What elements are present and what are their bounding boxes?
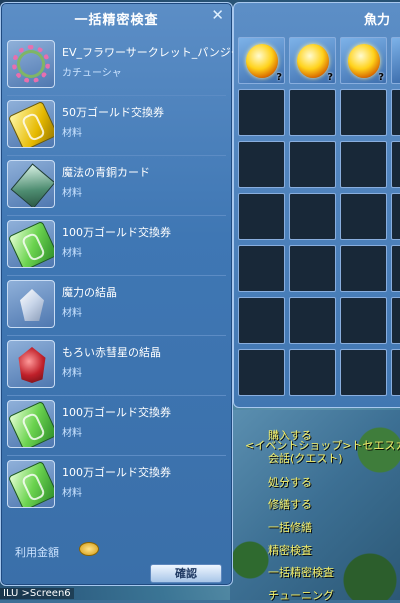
inventory-slot[interactable]	[238, 245, 285, 292]
green-ticket-icon	[7, 220, 55, 268]
inventory-slot[interactable]	[238, 193, 285, 240]
status-text: ILU >Screen6	[0, 588, 74, 599]
item-type: 材料	[62, 368, 82, 379]
window-title: 一括精密検査	[74, 13, 159, 28]
item-type: 材料	[62, 188, 82, 199]
green-ticket-icon	[7, 460, 55, 508]
inventory-window: 魚力 ? ? ?	[233, 2, 400, 408]
inventory-slot[interactable]	[340, 349, 387, 396]
divider	[7, 455, 226, 456]
inventory-slot[interactable]: ?	[238, 37, 285, 84]
inventory-slot[interactable]	[340, 89, 387, 136]
divider	[7, 95, 226, 96]
egg-icon	[246, 44, 278, 78]
list-item[interactable]: 100万ゴールド交換券 材料	[5, 217, 228, 275]
inventory-slot[interactable]	[289, 297, 336, 344]
list-item[interactable]: 魔法の青銅カード 材料	[5, 157, 228, 215]
item-type: 材料	[62, 308, 82, 319]
item-name: 100万ゴールド交換券	[62, 406, 171, 419]
flower-wreath-icon	[7, 40, 55, 88]
list-item[interactable]: もろい赤彗星の結晶 材料	[5, 337, 228, 395]
inventory-slot[interactable]: ?	[340, 37, 387, 84]
inventory-slot[interactable]	[238, 141, 285, 188]
close-icon[interactable]: ✕	[211, 6, 224, 24]
menu-item-talk[interactable]: 会話(クエスト)	[268, 450, 343, 466]
inventory-slot[interactable]	[289, 245, 336, 292]
bulk-inspection-window: 一括精密検査 ✕ EV_フラワーサークレット_パンジー カチューシャ 50万ゴー…	[0, 2, 242, 586]
item-type: 材料	[62, 128, 82, 139]
item-type: 材料	[62, 248, 82, 259]
inventory-slot[interactable]	[238, 297, 285, 344]
menu-item-tuning[interactable]: チューニング	[268, 587, 334, 603]
divider	[7, 155, 226, 156]
inventory-slot[interactable]	[289, 193, 336, 240]
menu-item-bulk-inspect[interactable]: 一括精密検査	[268, 564, 334, 580]
crystal-icon	[7, 280, 55, 328]
inventory-slot[interactable]: ?	[289, 37, 336, 84]
list-item[interactable]: 100万ゴールド交換券 材料	[5, 397, 228, 455]
inventory-slot[interactable]	[289, 141, 336, 188]
item-type: 材料	[62, 488, 82, 499]
list-item[interactable]: 100万ゴールド交換券 材料	[5, 457, 228, 515]
inventory-slot[interactable]	[340, 245, 387, 292]
inventory-slot[interactable]	[391, 37, 400, 84]
divider	[7, 335, 226, 336]
red-crystal-icon	[7, 340, 55, 388]
inventory-slot[interactable]	[340, 297, 387, 344]
item-name: 100万ゴールド交換券	[62, 226, 171, 239]
item-name: 魔力の結晶	[62, 286, 117, 299]
coin-icon	[79, 542, 99, 556]
inventory-slot[interactable]	[391, 297, 400, 344]
menu-item-bulk-repair[interactable]: 一括修繕	[268, 519, 312, 535]
inventory-slot[interactable]	[391, 193, 400, 240]
menu-item-sell[interactable]: 処分する	[268, 474, 312, 490]
inventory-slot[interactable]	[238, 349, 285, 396]
menu-item-repair[interactable]: 修繕する	[268, 496, 312, 512]
item-name: EV_フラワーサークレット_パンジー	[62, 46, 242, 59]
inventory-slot[interactable]	[391, 245, 400, 292]
gold-ticket-icon	[7, 100, 55, 148]
fee-label: 利用金額	[15, 546, 59, 559]
inventory-slot[interactable]	[391, 89, 400, 136]
list-item[interactable]: EV_フラワーサークレット_パンジー カチューシャ	[5, 37, 242, 95]
item-name: 50万ゴールド交換券	[62, 106, 164, 119]
inventory-slot[interactable]	[289, 89, 336, 136]
green-ticket-icon	[7, 400, 55, 448]
egg-icon	[297, 44, 329, 78]
confirm-button[interactable]: 確認	[150, 564, 222, 583]
inventory-slot[interactable]	[340, 193, 387, 240]
list-item[interactable]: 50万ゴールド交換券 材料	[5, 97, 228, 155]
inventory-slot[interactable]	[340, 141, 387, 188]
item-name: 魔法の青銅カード	[62, 166, 150, 179]
inventory-slot[interactable]	[391, 141, 400, 188]
item-name: 100万ゴールド交換券	[62, 466, 171, 479]
item-type: 材料	[62, 428, 82, 439]
item-type: カチューシャ	[62, 68, 122, 79]
divider	[7, 215, 226, 216]
item-name: もろい赤彗星の結晶	[62, 346, 161, 359]
menu-item-inspect[interactable]: 精密検査	[268, 542, 312, 558]
divider	[7, 395, 226, 396]
egg-icon	[348, 44, 380, 78]
inventory-title: 魚力	[364, 13, 391, 28]
bronze-card-icon	[7, 160, 55, 208]
divider	[7, 275, 226, 276]
inventory-slot[interactable]	[289, 349, 336, 396]
inventory-slot[interactable]	[238, 89, 285, 136]
inventory-slot[interactable]	[391, 349, 400, 396]
list-item[interactable]: 魔力の結晶 材料	[5, 277, 228, 335]
